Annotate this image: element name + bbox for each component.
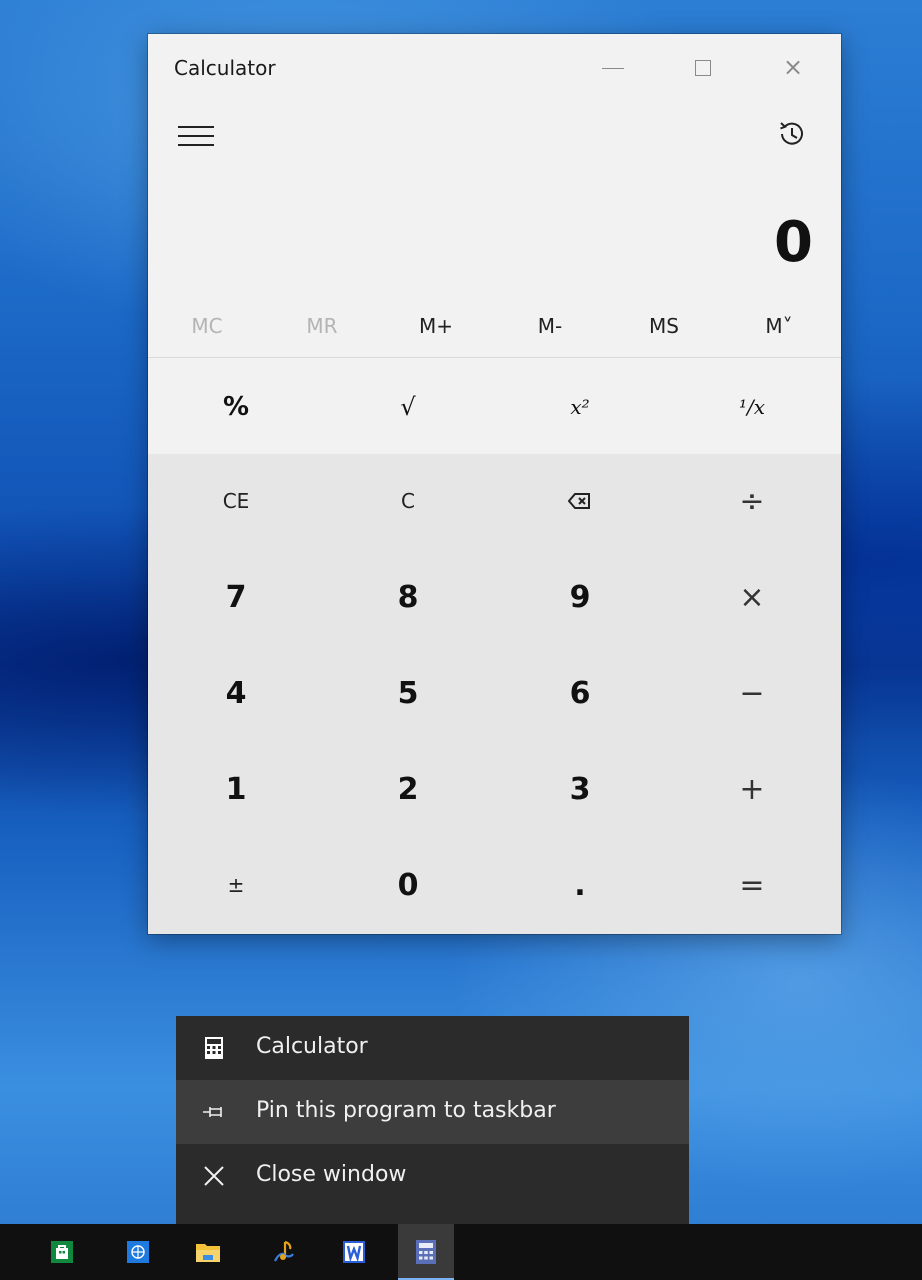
close-button[interactable]: × — [764, 46, 822, 88]
square-button[interactable]: x² — [494, 360, 666, 454]
calculator-icon — [205, 1037, 223, 1059]
digit-0-button[interactable]: 0 — [322, 838, 494, 932]
key-label: CE — [222, 489, 250, 513]
taskbar-jump-list: Calculator Pin this program to taskbar C… — [176, 1016, 689, 1224]
memory-row: MC MR M+ M- MS M˅ — [148, 304, 841, 358]
history-icon — [780, 122, 803, 145]
key-label: = — [739, 867, 765, 903]
divide-button[interactable]: ÷ — [666, 454, 838, 548]
digit-3-button[interactable]: 3 — [494, 742, 666, 836]
taskbar-calculator-button[interactable] — [398, 1224, 454, 1280]
key-label: C — [401, 489, 415, 513]
backspace-icon — [568, 493, 590, 509]
minimize-icon — [602, 67, 624, 69]
percent-button[interactable]: % — [150, 360, 322, 454]
title-bar[interactable]: Calculator × — [148, 34, 841, 100]
digit-1-button[interactable]: 1 — [150, 742, 322, 836]
key-label: 5 — [397, 675, 419, 711]
memory-list-button[interactable]: M˅ — [734, 314, 824, 338]
word-icon — [343, 1241, 365, 1263]
key-label: 8 — [397, 579, 419, 615]
key-label: . — [574, 867, 586, 903]
percent-label: % — [222, 392, 250, 422]
keypad: CE C ⌫ ÷ 7 8 9 × 4 5 6 − 1 2 3 + ± 0 . = — [148, 454, 841, 934]
digit-9-button[interactable]: 9 — [494, 550, 666, 644]
memory-subtract-button[interactable]: M- — [505, 314, 595, 338]
close-icon: × — [782, 53, 804, 81]
taskbar-store-button[interactable] — [34, 1224, 90, 1280]
maximize-icon — [695, 60, 711, 76]
file-explorer-icon — [196, 1244, 220, 1262]
digit-7-button[interactable]: 7 — [150, 550, 322, 644]
key-label: 1 — [225, 771, 247, 807]
key-label: 7 — [225, 579, 247, 615]
memory-recall-button[interactable]: MR — [277, 314, 367, 338]
jump-list-label: Pin this program to taskbar — [256, 1098, 556, 1123]
taskbar — [0, 1224, 922, 1280]
digit-2-button[interactable]: 2 — [322, 742, 494, 836]
pin-to-taskbar-item[interactable]: Pin this program to taskbar — [176, 1080, 689, 1144]
key-label: ± — [227, 873, 245, 897]
result-display: 0 — [774, 210, 813, 275]
sqrt-label: √ — [400, 393, 416, 421]
function-row: % √ x² ¹/x — [148, 358, 841, 454]
memory-clear-button[interactable]: MC — [162, 314, 252, 338]
close-icon — [204, 1166, 224, 1186]
decimal-button[interactable]: . — [494, 838, 666, 932]
clear-button[interactable]: C — [322, 454, 494, 548]
clear-entry-button[interactable]: CE — [150, 454, 322, 548]
jump-list-label: Close window — [256, 1162, 407, 1187]
memory-add-button[interactable]: M+ — [391, 314, 481, 338]
key-label: − — [739, 675, 765, 711]
reciprocal-label: ¹/x — [738, 395, 766, 419]
app-icon — [274, 1240, 294, 1262]
negate-button[interactable]: ± — [150, 838, 322, 932]
key-label: 4 — [225, 675, 247, 711]
key-label: 0 — [397, 867, 419, 903]
equals-button[interactable]: = — [666, 838, 838, 932]
store-icon — [51, 1241, 73, 1263]
digit-8-button[interactable]: 8 — [322, 550, 494, 644]
taskbar-app-button[interactable] — [256, 1224, 312, 1280]
menu-icon-line — [178, 144, 214, 146]
key-label: 3 — [569, 771, 591, 807]
jump-list-label: Calculator — [256, 1034, 368, 1059]
digit-4-button[interactable]: 4 — [150, 646, 322, 740]
taskbar-word-button[interactable] — [326, 1224, 382, 1280]
key-label: + — [739, 771, 765, 807]
maximize-button[interactable] — [674, 46, 732, 88]
close-window-item[interactable]: Close window — [176, 1144, 689, 1208]
reciprocal-button[interactable]: ¹/x — [666, 360, 838, 454]
jump-list-item-calculator[interactable]: Calculator — [176, 1016, 689, 1080]
menu-icon-line — [178, 135, 214, 137]
key-label: 9 — [569, 579, 591, 615]
taskbar-file-explorer-button[interactable] — [180, 1224, 236, 1280]
key-label: ÷ — [739, 483, 765, 519]
key-label: 2 — [397, 771, 419, 807]
minimize-button[interactable] — [584, 46, 642, 88]
menu-icon-line — [178, 126, 214, 128]
multiply-button[interactable]: × — [666, 550, 838, 644]
browser-icon — [127, 1241, 149, 1263]
taskbar-browser-button[interactable] — [110, 1224, 166, 1280]
digit-5-button[interactable]: 5 — [322, 646, 494, 740]
window-title: Calculator — [174, 56, 276, 80]
digit-6-button[interactable]: 6 — [494, 646, 666, 740]
memory-store-button[interactable]: MS — [619, 314, 709, 338]
navigation-menu-button[interactable] — [178, 124, 214, 150]
square-label: x² — [570, 395, 590, 419]
add-button[interactable]: + — [666, 742, 838, 836]
key-label: 6 — [569, 675, 591, 711]
sqrt-button[interactable]: √ — [322, 360, 494, 454]
backspace-button[interactable]: ⌫ — [494, 454, 666, 548]
calculator-icon — [416, 1240, 436, 1264]
subtract-button[interactable]: − — [666, 646, 838, 740]
pin-icon — [203, 1107, 222, 1117]
history-button[interactable] — [774, 116, 810, 152]
key-label: × — [739, 579, 765, 615]
calculator-window: Calculator × 0 MC MR M+ M- MS M˅ % √ x² — [148, 34, 841, 934]
